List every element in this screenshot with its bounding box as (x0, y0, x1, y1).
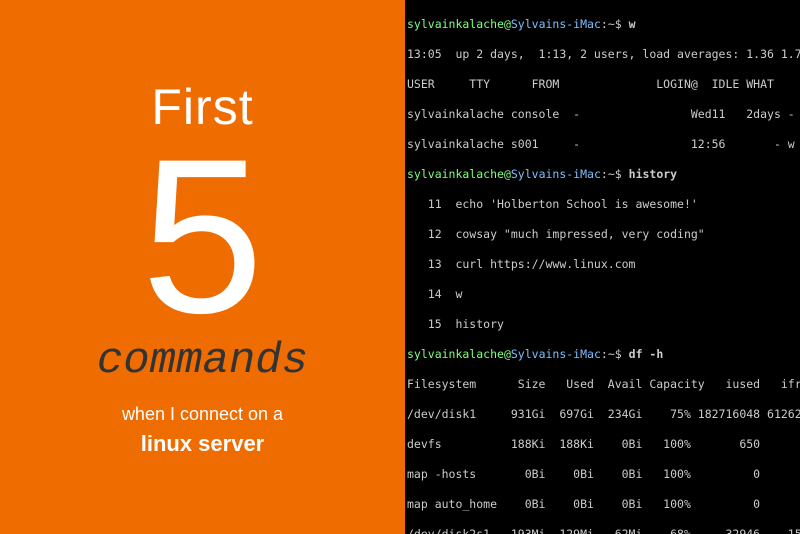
stage: First 5 commands when I connect on a lin… (0, 0, 800, 534)
w-header: 13:05 up 2 days, 1:13, 2 users, load ave… (405, 47, 800, 62)
prompt-user: sylvainkalache@ (407, 167, 511, 181)
digit-five: 5 (141, 126, 263, 346)
terminal[interactable]: sylvainkalache@Sylvains-iMac:~$ w 13:05 … (405, 0, 800, 534)
history-row: 14 w (405, 287, 800, 302)
prompt-line: sylvainkalache@Sylvains-iMac:~$ history (405, 167, 800, 182)
subtitle-line1: when I connect on a (122, 404, 283, 425)
prompt-host: Sylvains-iMac (511, 347, 601, 361)
df-row: devfs 188Ki 188Ki 0Bi 100% 650 0 (405, 437, 800, 452)
word-commands: commands (97, 336, 308, 386)
prompt-host: Sylvains-iMac (511, 167, 601, 181)
prompt-user: sylvainkalache@ (407, 347, 511, 361)
cmd-history: history (629, 167, 677, 181)
df-row: /dev/disk2s1 193Mi 129Mi 62Mi 68% 32946 … (405, 527, 800, 534)
w-row: sylvainkalache console - Wed11 2days - (405, 107, 800, 122)
df-cols: Filesystem Size Used Avail Capacity iuse… (405, 377, 800, 392)
history-row: 13 curl https://www.linux.com (405, 257, 800, 272)
df-row: map -hosts 0Bi 0Bi 0Bi 100% 0 0 (405, 467, 800, 482)
prompt-user: sylvainkalache@ (407, 17, 511, 31)
df-row: /dev/disk1 931Gi 697Gi 234Gi 75% 1827160… (405, 407, 800, 422)
prompt-line: sylvainkalache@Sylvains-iMac:~$ df -h (405, 347, 800, 362)
w-row: sylvainkalache s001 - 12:56 - w (405, 137, 800, 152)
cmd-df: df -h (629, 347, 664, 361)
history-row: 11 echo 'Holberton School is awesome!' (405, 197, 800, 212)
prompt-host: Sylvains-iMac (511, 17, 601, 31)
history-row: 12 cowsay "much impressed, very coding" (405, 227, 800, 242)
df-row: map auto_home 0Bi 0Bi 0Bi 100% 0 0 (405, 497, 800, 512)
title-panel: First 5 commands when I connect on a lin… (0, 0, 405, 534)
prompt-line: sylvainkalache@Sylvains-iMac:~$ w (405, 17, 800, 32)
w-cols: USER TTY FROM LOGIN@ IDLE WHAT (405, 77, 800, 92)
cmd-w: w (629, 17, 636, 31)
history-row: 15 history (405, 317, 800, 332)
subtitle-line2: linux server (141, 431, 265, 457)
